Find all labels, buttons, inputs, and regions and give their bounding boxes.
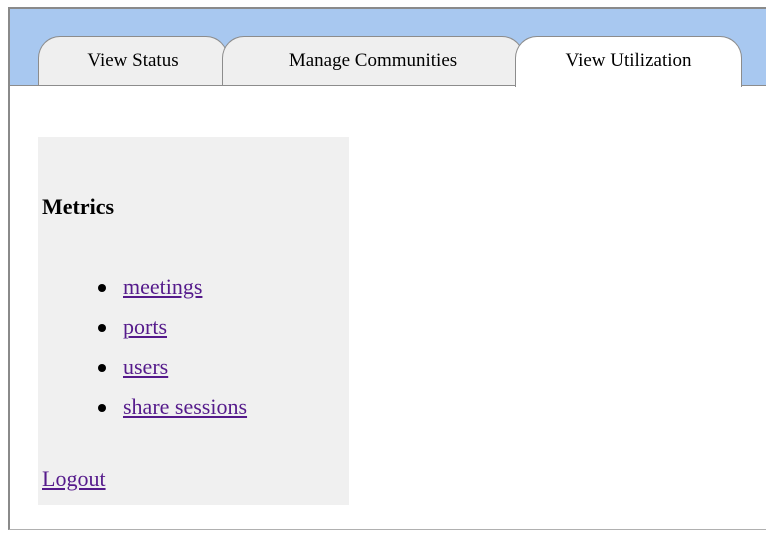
meetings-link[interactable]: meetings xyxy=(123,273,202,301)
tab-view-status[interactable]: View Status xyxy=(38,36,228,86)
bullet-icon xyxy=(98,324,106,332)
bullet-icon xyxy=(98,284,106,292)
bullet-icon xyxy=(98,364,106,372)
tab-view-utilization[interactable]: View Utilization xyxy=(515,36,742,87)
metrics-heading: Metrics xyxy=(42,194,115,219)
metrics-sidebar: Metrics meetings ports users share sessi… xyxy=(38,137,349,505)
share-sessions-link[interactable]: share sessions xyxy=(123,393,247,421)
ports-link[interactable]: ports xyxy=(123,313,167,341)
tab-bar: View Status Manage Communities View Util… xyxy=(10,9,766,87)
users-link[interactable]: users xyxy=(123,353,168,381)
app-frame: View Status Manage Communities View Util… xyxy=(8,7,766,530)
logout-link[interactable]: Logout xyxy=(42,465,106,493)
tab-manage-communities[interactable]: Manage Communities xyxy=(222,36,524,86)
bullet-icon xyxy=(98,404,106,412)
